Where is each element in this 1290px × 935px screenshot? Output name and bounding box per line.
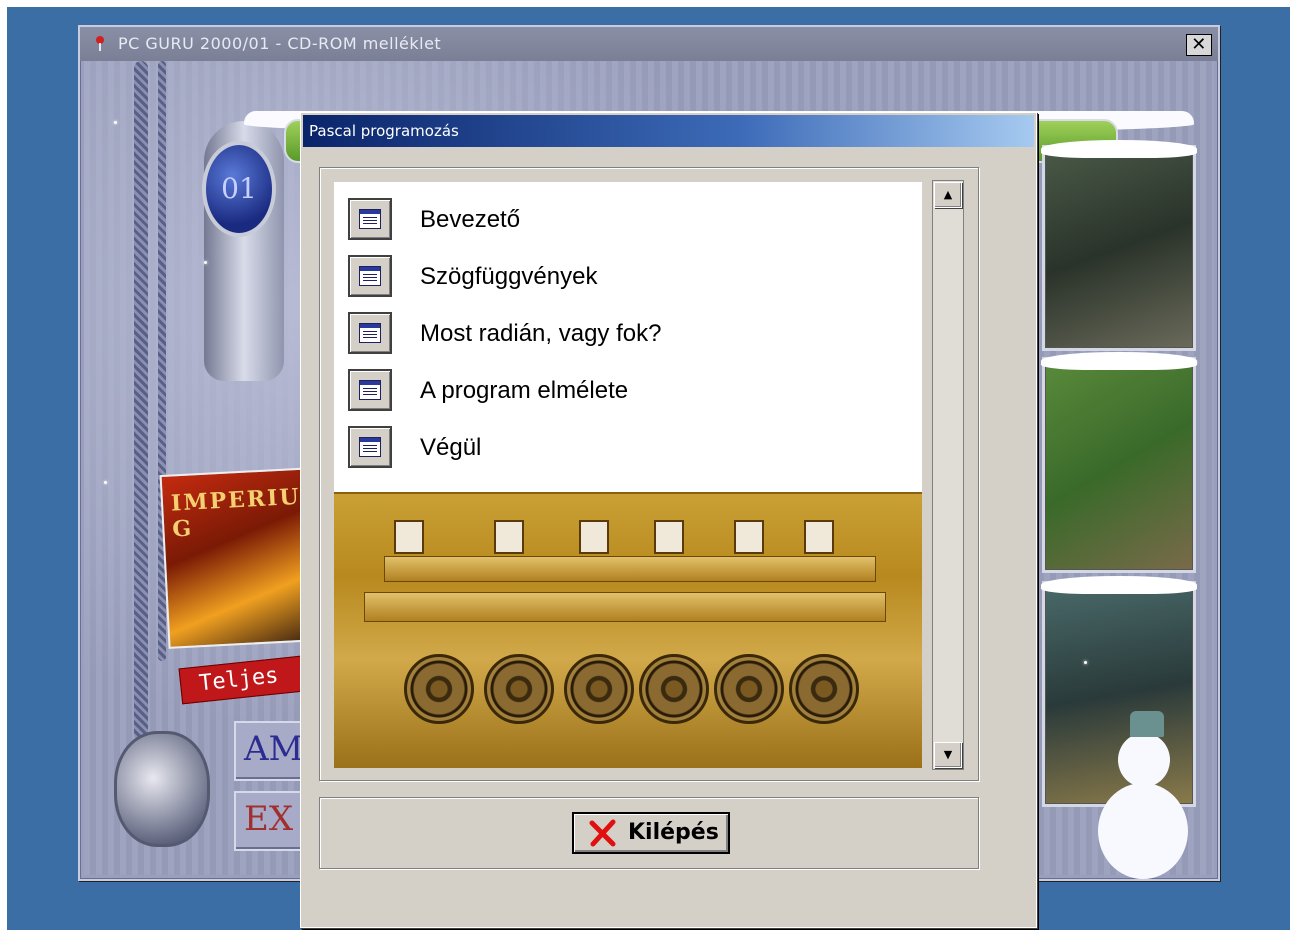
snowman-decoration: [1098, 783, 1188, 879]
list-item-bevezeto[interactable]: Bevezető: [348, 198, 908, 244]
screenshot-thumbnail-1[interactable]: [1041, 140, 1197, 351]
list-item-label[interactable]: A program elmélete: [420, 369, 628, 413]
screenshot-thumbnail-2[interactable]: [1041, 352, 1197, 573]
snowflake: [204, 261, 207, 264]
snow-decoration: [1041, 352, 1197, 370]
pascaline-wheel: [714, 654, 784, 724]
document-icon[interactable]: [348, 198, 392, 240]
pascaline-slot: [579, 520, 609, 554]
pascaline-wheel: [484, 654, 554, 724]
topic-list: Bevezető Szögfüggvények Most radián, vag…: [334, 182, 922, 768]
pascaline-wheel: [404, 654, 474, 724]
close-button[interactable]: ✕: [1186, 34, 1212, 56]
document-icon[interactable]: [348, 312, 392, 354]
exit-button-label: Kilépés: [628, 820, 719, 845]
list-item-most-radian[interactable]: Most radián, vagy fok?: [348, 312, 908, 358]
snowman-hat: [1130, 711, 1164, 737]
scroll-up-button[interactable]: ▲: [934, 182, 962, 208]
list-item-vegul[interactable]: Végül: [348, 426, 908, 472]
pascaline-slot: [654, 520, 684, 554]
snowflake: [1194, 361, 1197, 364]
pascaline-bar: [364, 592, 886, 622]
document-icon[interactable]: [348, 426, 392, 468]
pascal-dialog: Pascal programozás Bevezető Szögfüggvény…: [300, 112, 1037, 928]
vertical-scrollbar[interactable]: ▲ ▼: [932, 180, 964, 770]
exit-button[interactable]: Kilépés: [572, 812, 730, 854]
close-x-icon: [589, 819, 616, 847]
scroll-down-button[interactable]: ▼: [934, 742, 962, 768]
pascaline-slot: [804, 520, 834, 554]
arrow-up-icon: ▲: [943, 188, 953, 201]
snowman-head: [1118, 733, 1170, 787]
pascaline-wheel: [564, 654, 634, 724]
list-item-label[interactable]: Végül: [420, 426, 481, 470]
list-item-label[interactable]: Most radián, vagy fok?: [420, 312, 661, 356]
snowflake: [114, 121, 117, 124]
arrow-down-icon: ▼: [943, 748, 953, 761]
pascaline-slot: [394, 520, 424, 554]
issue-badge: 01: [202, 141, 276, 237]
dialog-titlebar[interactable]: Pascal programozás: [303, 115, 1034, 147]
list-item-label[interactable]: Szögfüggvények: [420, 255, 597, 299]
pascaline-image: [334, 492, 922, 768]
rope-decoration: [134, 61, 148, 741]
app-icon: [96, 36, 104, 51]
list-item-szogfuggvenyek[interactable]: Szögfüggvények: [348, 255, 908, 301]
list-item-label[interactable]: Bevezető: [420, 198, 520, 242]
pascaline-wheel: [789, 654, 859, 724]
list-item-program-elmelete[interactable]: A program elmélete: [348, 369, 908, 415]
snow-decoration: [1041, 140, 1197, 158]
topic-list-frame: Bevezető Szögfüggvények Most radián, vag…: [319, 167, 979, 781]
snowflake: [104, 481, 107, 484]
main-titlebar[interactable]: PC GURU 2000/01 - CD-ROM melléklet ✕: [80, 27, 1218, 61]
game-box-image[interactable]: IMPERIUM G: [159, 467, 328, 649]
screenshot-thumbnail-3[interactable]: [1041, 576, 1197, 807]
pascaline-bar: [384, 556, 876, 582]
close-icon: ✕: [1191, 34, 1207, 55]
pascaline-slot: [734, 520, 764, 554]
pascaline-wheel: [639, 654, 709, 724]
document-icon[interactable]: [348, 255, 392, 297]
document-icon[interactable]: [348, 369, 392, 411]
snowflake: [1084, 661, 1087, 664]
snow-decoration: [1041, 576, 1197, 594]
pascaline-slot: [494, 520, 524, 554]
button-bar: Kilépés: [319, 797, 979, 869]
main-window-title: PC GURU 2000/01 - CD-ROM melléklet: [118, 34, 442, 53]
medallion-decoration: [114, 731, 210, 847]
